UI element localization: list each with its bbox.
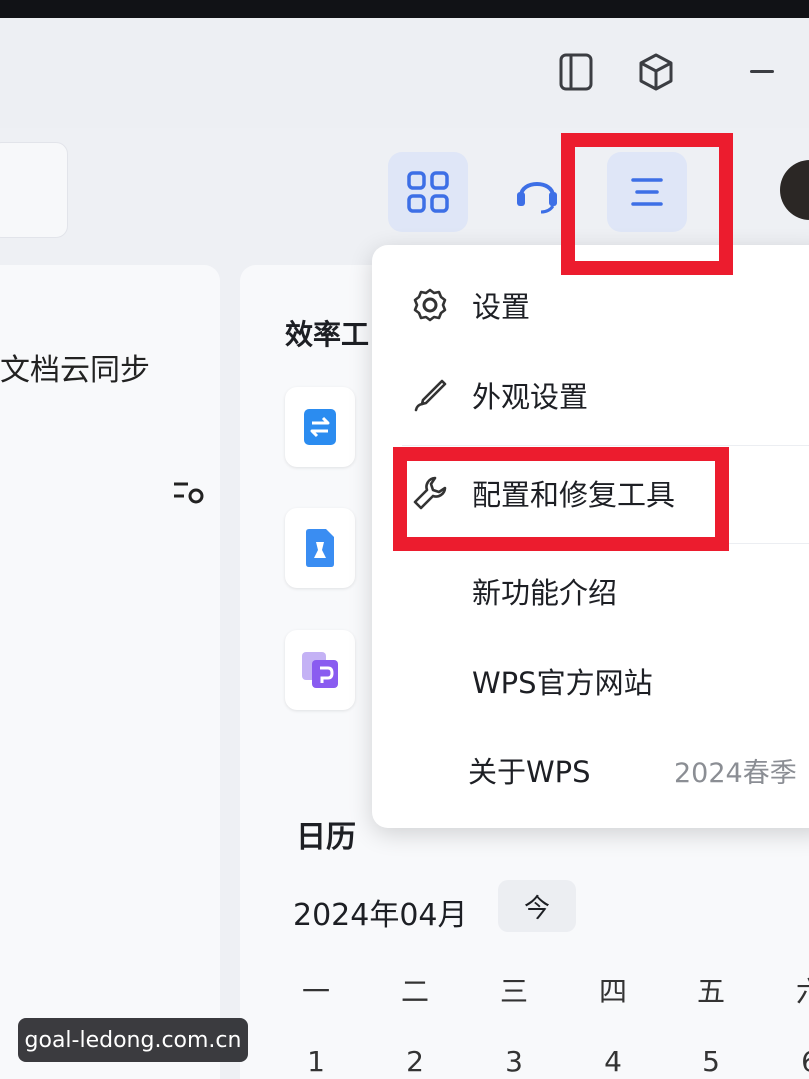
efficiency-tools-title: 效率工: [285, 318, 370, 351]
minimize-icon[interactable]: [750, 70, 774, 73]
search-input[interactable]: [0, 142, 68, 238]
title-bar: [0, 18, 809, 128]
cloud-sync-label: 文档云同步: [0, 353, 150, 388]
cube-icon[interactable]: [636, 50, 676, 94]
calendar-day[interactable]: 3: [484, 1045, 544, 1078]
weekday-label: 一: [301, 975, 330, 1008]
pdf-tool-icon: [306, 529, 334, 567]
brush-icon: [410, 375, 450, 415]
gear-icon: [410, 285, 450, 325]
phone-icon[interactable]: [556, 50, 596, 94]
menu-divider: [402, 445, 809, 446]
avatar[interactable]: [780, 160, 809, 220]
menu-item-settings[interactable]: 设置: [372, 265, 809, 345]
today-button[interactable]: 今: [498, 880, 576, 932]
calendar-day[interactable]: 2: [385, 1045, 445, 1078]
tool-image[interactable]: [285, 630, 355, 710]
screen-bezel: [0, 0, 809, 18]
calendar-day[interactable]: 6: [780, 1045, 809, 1078]
weekday-label: 六: [780, 970, 809, 1010]
filter-icon[interactable]: [172, 478, 206, 508]
menu-item-label: 外观设置: [472, 380, 589, 414]
highlight-box: [393, 447, 729, 551]
convert-icon: [304, 409, 336, 445]
menu-item-appearance[interactable]: 外观设置: [372, 355, 809, 435]
calendar-day[interactable]: 4: [583, 1045, 643, 1078]
version-label: 2024春季: [674, 757, 797, 789]
calendar-day[interactable]: 1: [286, 1045, 346, 1078]
calendar-day[interactable]: 5: [681, 1045, 741, 1078]
menu-item-label: 关于WPS: [468, 755, 591, 789]
menu-item-label: 设置: [472, 290, 531, 324]
calendar-month: 2024年04月: [293, 898, 468, 933]
image-tool-icon: [302, 652, 338, 688]
weekday-label: 二: [400, 975, 429, 1008]
tool-convert[interactable]: [285, 387, 355, 467]
menu-item-official-site[interactable]: WPS官方网站: [372, 641, 809, 721]
highlight-box: [561, 133, 733, 275]
calendar-title: 日历: [296, 820, 356, 855]
apps-grid-button[interactable]: [388, 152, 468, 232]
weekday-label: 四: [598, 975, 627, 1008]
weekday-label: 三: [499, 975, 528, 1008]
weekday-label: 五: [696, 975, 725, 1008]
apps-grid-icon: [407, 171, 449, 213]
menu-item-about[interactable]: 关于WPS 2024春季: [372, 730, 809, 810]
menu-item-label: WPS官方网站: [472, 666, 653, 700]
headset-icon: [517, 182, 557, 214]
watermark: goal-ledong.com.cn: [18, 1018, 248, 1062]
menu-item-label: 新功能介绍: [472, 576, 618, 610]
menu-item-whats-new[interactable]: 新功能介绍: [372, 551, 809, 631]
tool-pdf[interactable]: [285, 508, 355, 588]
